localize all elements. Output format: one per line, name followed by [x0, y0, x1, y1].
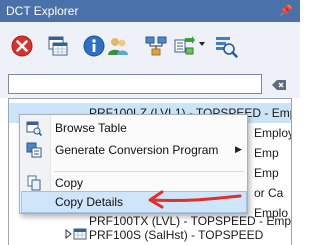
tables-icon[interactable]	[46, 34, 70, 58]
menu-item-label: Generate Conversion Program	[55, 143, 219, 157]
menu-item-label: Browse Table	[55, 121, 127, 135]
tree-row-label: PRF100S (SalHst) - TOPSPEED	[89, 228, 264, 242]
browse-table-icon	[26, 121, 42, 136]
pin-icon[interactable]: 📌	[279, 4, 293, 17]
search-clear-icon[interactable]	[270, 77, 288, 93]
network-icon[interactable]	[144, 34, 168, 58]
info-icon[interactable]	[82, 34, 106, 58]
tree-row[interactable]: PRF100S (SalHst) - TOPSPEED	[9, 225, 291, 245]
menu-item-copy-details[interactable]: Copy Details	[21, 191, 247, 213]
table-icon	[73, 228, 87, 240]
expand-arrow-icon[interactable]	[63, 229, 73, 239]
tree-row-label: Emp	[254, 146, 279, 160]
tree-row-label: Emp	[254, 166, 279, 180]
window-title: DCT Explorer	[6, 4, 79, 18]
chevron-down-icon[interactable]	[198, 40, 206, 48]
menu-item-generate-conversion-program[interactable]: Generate Conversion Program ▶	[21, 139, 247, 161]
close-red-icon[interactable]	[10, 34, 34, 58]
find-icon[interactable]	[214, 34, 238, 58]
toolbar	[0, 22, 300, 71]
window-titlebar: DCT Explorer 📌	[0, 0, 300, 22]
search-input[interactable]	[8, 74, 262, 94]
context-menu: Browse Table Generate Conversion Program…	[19, 114, 248, 214]
copy-icon	[27, 175, 41, 191]
menu-item-browse-table[interactable]: Browse Table	[21, 117, 247, 139]
search-row	[0, 70, 300, 98]
generate-program-icon	[26, 142, 42, 158]
menu-item-label: Copy Details	[55, 195, 124, 209]
tree-row-label: or Ca	[254, 186, 284, 200]
submenu-arrow-icon: ▶	[235, 144, 242, 154]
tree-row-label: Employ	[254, 126, 292, 140]
menu-item-label: Copy	[55, 176, 84, 190]
users-icon[interactable]	[106, 34, 130, 58]
convert-icon[interactable]	[172, 34, 196, 58]
